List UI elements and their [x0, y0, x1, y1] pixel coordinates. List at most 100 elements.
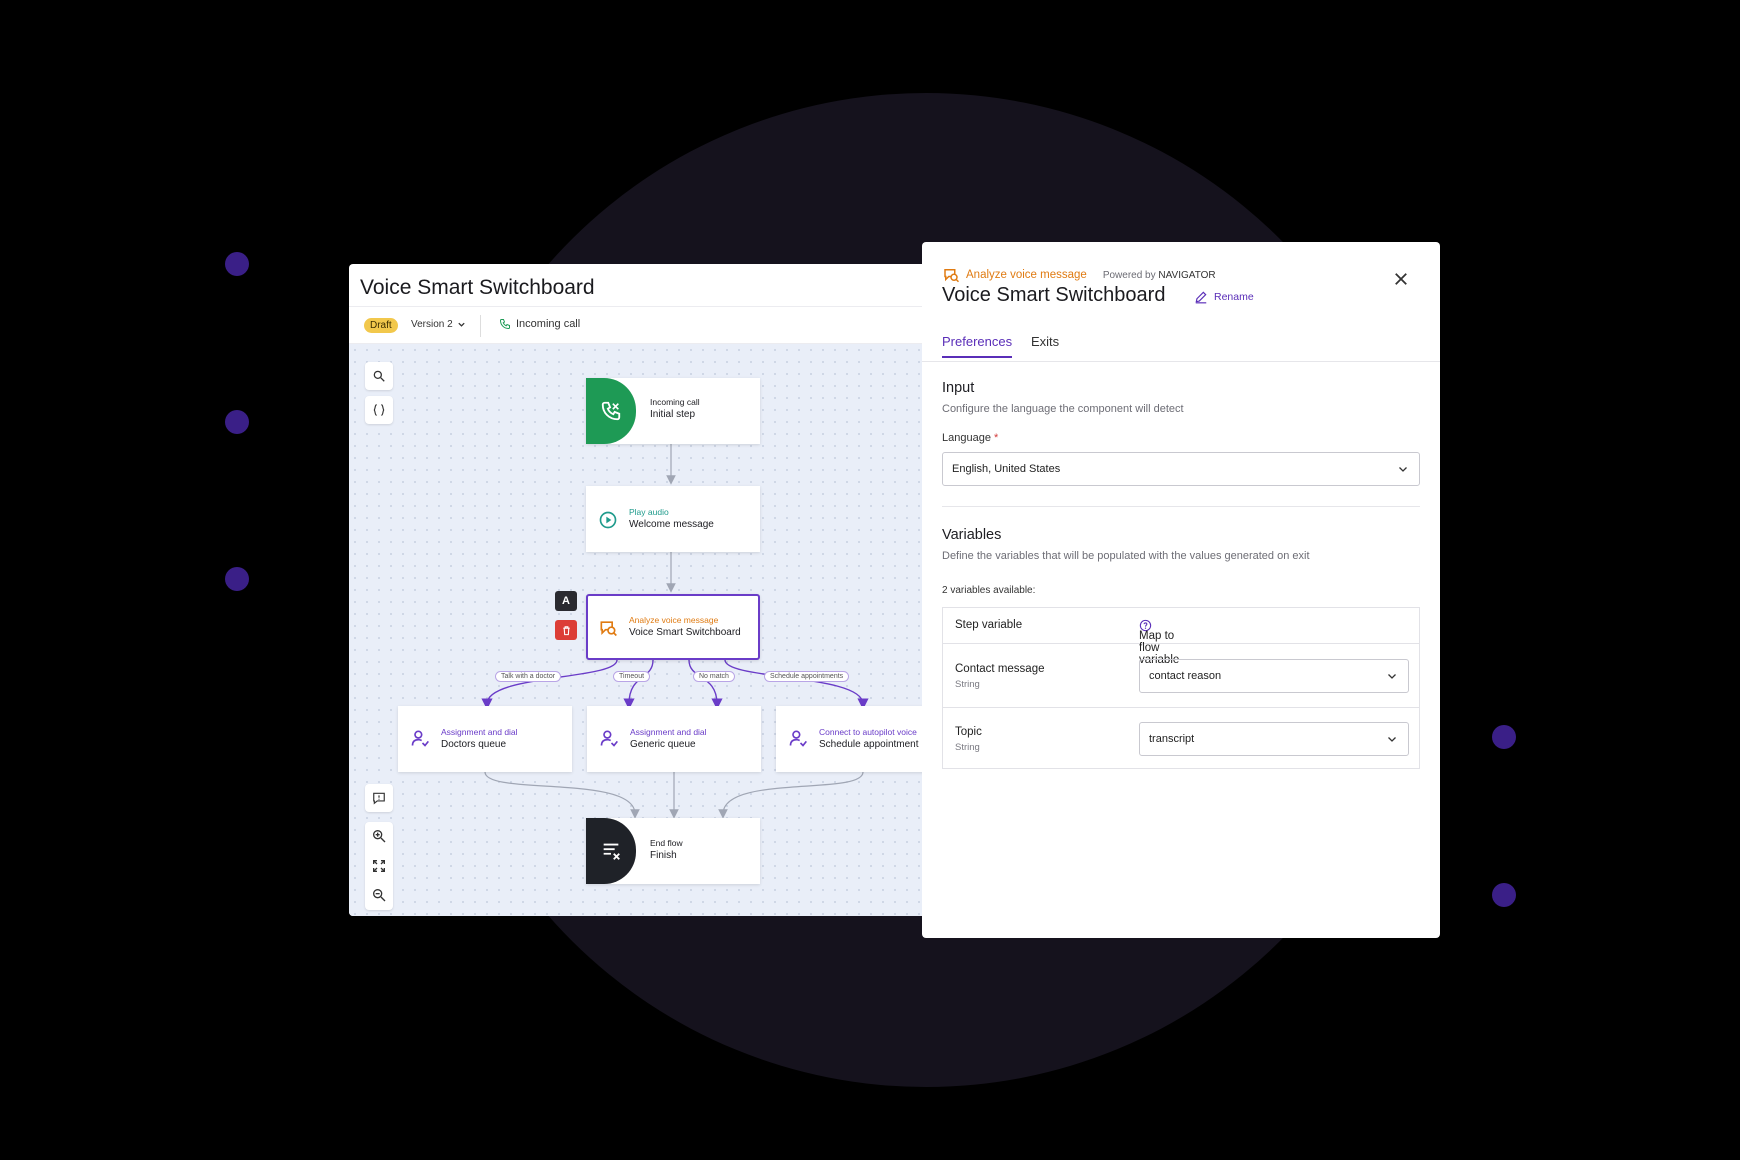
- zoom-controls: [365, 822, 393, 910]
- flow-editor-window: Voice Smart Switchboard Draft Version 2 …: [349, 264, 925, 916]
- node-kind: Assignment and dial: [441, 727, 518, 737]
- version-select[interactable]: Version 2: [411, 319, 466, 330]
- node-kind: Incoming call: [650, 397, 700, 407]
- flow-variable-value: contact reason: [1149, 670, 1222, 682]
- trash-icon: [562, 625, 570, 635]
- variables-table-header: Step variable Map to flow variable: [943, 608, 1419, 666]
- variables-table: Step variable Map to flow variable Conta…: [942, 607, 1420, 769]
- braces-icon: [373, 404, 385, 416]
- node-name: Initial step: [650, 409, 696, 420]
- language-label-text: Language: [942, 432, 991, 444]
- agent-icon: [600, 730, 618, 747]
- play-icon: [599, 511, 617, 529]
- comment-tool-button[interactable]: [365, 784, 393, 812]
- decor-dot: [225, 410, 249, 434]
- close-icon[interactable]: [1392, 270, 1410, 288]
- variable-name: Topic: [955, 726, 982, 738]
- editor-title: Voice Smart Switchboard: [360, 276, 595, 299]
- agent-icon: [411, 730, 429, 747]
- column-map-flow-variable: Map to flow variable: [1139, 619, 1179, 666]
- rename-badge: A: [562, 595, 570, 607]
- toolbar-divider: [480, 315, 481, 337]
- tab-preferences[interactable]: Preferences: [942, 334, 1013, 358]
- node-icon-cap: [586, 818, 636, 884]
- rename-button[interactable]: Rename: [1194, 290, 1254, 304]
- search-icon: [373, 370, 385, 382]
- component-settings-panel: Analyze voice message Powered by NAVIGAT…: [922, 242, 1440, 938]
- pencil-icon: [1195, 291, 1207, 304]
- decor-dot: [225, 567, 249, 591]
- node-kind: Assignment and dial: [630, 727, 707, 737]
- flow-canvas[interactable]: Incoming call Initial step Play audio We…: [349, 344, 925, 916]
- flow-node-end-flow[interactable]: End flow Finish: [586, 818, 760, 884]
- language-select[interactable]: English, United States: [942, 452, 1420, 486]
- panel-tabs: Preferences Exits: [922, 324, 1440, 362]
- column-step-variable: Step variable: [955, 619, 1023, 631]
- rename-node-button[interactable]: A: [555, 591, 577, 611]
- decor-dot: [225, 252, 249, 276]
- flow-node-analyze-voice[interactable]: Analyze voice message Voice Smart Switch…: [586, 594, 760, 660]
- node-kind: Analyze voice message: [629, 615, 719, 625]
- chevron-down-icon: [1399, 467, 1407, 472]
- trigger-label: Incoming call: [516, 318, 581, 330]
- required-mark: *: [994, 432, 999, 444]
- delete-node-button[interactable]: [555, 620, 577, 640]
- rename-label: Rename: [1214, 291, 1254, 303]
- input-section-description: Configure the language the component wil…: [942, 403, 1184, 415]
- decor-dot: [1492, 883, 1516, 907]
- variables-tool-button[interactable]: [365, 396, 393, 424]
- chevron-down-icon: [458, 322, 465, 327]
- node-name: Finish: [650, 850, 677, 861]
- language-value: English, United States: [952, 463, 1061, 475]
- node-name: Generic queue: [630, 739, 696, 750]
- variable-name: Contact message: [955, 663, 1045, 675]
- node-name: Voice Smart Switchboard: [629, 627, 741, 638]
- node-name: Doctors queue: [441, 739, 507, 750]
- phone-icon: [601, 401, 621, 421]
- voice-analyze-icon: [600, 621, 617, 637]
- search-tool-button[interactable]: [365, 362, 393, 390]
- input-section-title: Input: [942, 380, 975, 396]
- flow-variable-value: transcript: [1149, 733, 1195, 745]
- flow-node-play-audio[interactable]: Play audio Welcome message: [586, 486, 760, 552]
- panel-header-meta: Analyze voice message Powered by NAVIGAT…: [942, 266, 1216, 284]
- node-kind: Play audio: [629, 507, 669, 517]
- node-icon-cap: [586, 378, 636, 444]
- version-label: Version 2: [411, 319, 453, 330]
- edge-label: Talk with a doctor: [495, 671, 562, 682]
- edge-label: Timeout: [613, 671, 651, 682]
- variable-type: String: [955, 679, 980, 690]
- flow-node-doctors-queue[interactable]: Assignment and dial Doctors queue: [398, 706, 572, 772]
- variable-row: Contact message String contact reason: [943, 645, 1419, 707]
- variable-row: Topic String transcript: [943, 707, 1419, 769]
- variables-section-description: Define the variables that will be popula…: [942, 550, 1310, 562]
- agent-icon: [789, 730, 807, 747]
- zoom-out-icon[interactable]: [371, 887, 387, 903]
- variables-count: 2 variables available:: [942, 585, 1036, 596]
- tab-exits[interactable]: Exits: [1031, 334, 1059, 356]
- node-kind: End flow: [650, 838, 683, 848]
- end-flow-icon: [603, 843, 620, 860]
- phone-icon: [499, 319, 510, 330]
- provider-name: NAVIGATOR: [1158, 269, 1216, 281]
- variable-type: String: [955, 742, 980, 753]
- flow-variable-select[interactable]: transcript: [1139, 722, 1409, 756]
- section-divider: [942, 506, 1420, 507]
- component-kind: Analyze voice message: [966, 269, 1087, 281]
- fit-icon[interactable]: [371, 858, 387, 874]
- powered-by-label: Powered by: [1102, 269, 1156, 281]
- trigger-tag[interactable]: Incoming call: [499, 318, 580, 330]
- flow-node-generic-queue[interactable]: Assignment and dial Generic queue: [587, 706, 761, 772]
- edge-label: No match: [693, 671, 735, 682]
- zoom-in-icon[interactable]: [371, 828, 387, 844]
- chevron-down-icon: [1388, 674, 1396, 679]
- editor-toolbar: Draft Version 2 Incoming call: [349, 306, 925, 344]
- panel-title: Voice Smart Switchboard: [942, 284, 1166, 306]
- flow-node-schedule-appointment[interactable]: Connect to autopilot voice Schedule appo…: [776, 706, 925, 772]
- flow-variable-select[interactable]: contact reason: [1139, 659, 1409, 693]
- flow-node-incoming-call[interactable]: Incoming call Initial step: [586, 378, 760, 444]
- node-name: Schedule appointment: [819, 739, 919, 750]
- comment-icon: [373, 792, 385, 805]
- decor-dot: [1492, 725, 1516, 749]
- variables-section-title: Variables: [942, 527, 1002, 543]
